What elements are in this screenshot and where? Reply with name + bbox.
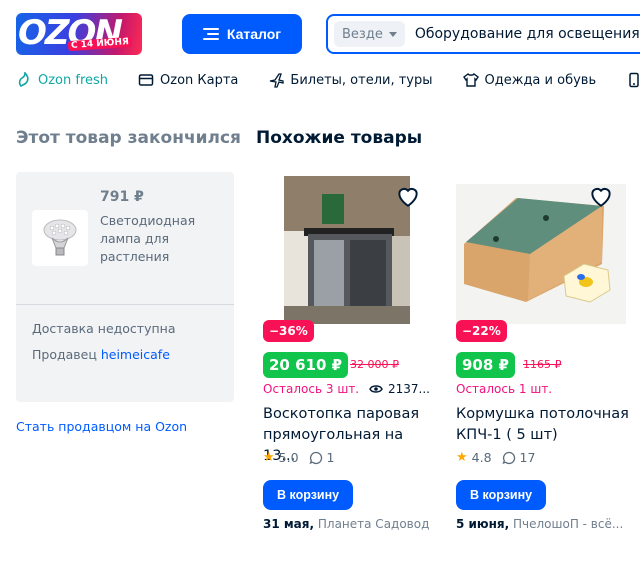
- delivery-date: 5 июня,: [456, 517, 510, 531]
- menu-icon: [202, 28, 219, 40]
- price-old: 32 000 ₽: [350, 358, 399, 371]
- nav-item-label: Билеты, отели, туры: [290, 72, 433, 88]
- product-title[interactable]: Кормушка потолочная КПЧ-1 ( 5 шт): [456, 404, 632, 446]
- heart-icon[interactable]: [395, 184, 421, 210]
- delivery-date: 31 мая,: [263, 517, 315, 531]
- comment-icon: [308, 451, 322, 464]
- sold-out-product-name[interactable]: Светодиодная лампа для растления: [100, 212, 210, 266]
- seller-label: Продавец: [32, 347, 97, 362]
- nav-item-clothes[interactable]: Одежда и обувь: [462, 72, 597, 88]
- seller-link[interactable]: heimeicafe: [101, 347, 170, 362]
- search-scope-select[interactable]: Везде: [334, 21, 405, 47]
- nav-item-label: Одежда и обувь: [484, 72, 597, 88]
- wax-melter-photo: [284, 176, 410, 324]
- delivery-seller[interactable]: Планета Садовод: [318, 517, 430, 531]
- reviews-count: 17: [519, 450, 536, 465]
- catalog-button[interactable]: Каталог: [182, 14, 302, 54]
- rating-value: 5.0: [278, 450, 299, 465]
- discount-badge: −36%: [263, 320, 314, 342]
- nav-item-label: Ozon Карта: [160, 72, 239, 88]
- sold-out-price: 791 ₽: [100, 189, 144, 205]
- sold-out-heading: Этот товар закончился: [16, 128, 241, 148]
- top-nav: Ozon fresh Ozon Карта Билеты, отели, тур…: [16, 72, 640, 88]
- stock-left: Осталось 1 шт.: [456, 382, 553, 396]
- star-icon: ★: [456, 450, 468, 465]
- nav-item-label: Ozon fresh: [38, 72, 109, 88]
- catalog-button-label: Каталог: [226, 26, 282, 42]
- views-count: 2137...: [369, 382, 430, 396]
- comment-icon: [501, 451, 515, 464]
- similar-heading: Похожие товары: [256, 128, 423, 148]
- nav-item-electronics[interactable]: Э: [626, 72, 640, 88]
- search-input[interactable]: Оборудование для освещения с: [415, 26, 640, 42]
- ozon-logo[interactable]: OZON С 14 ИЮНЯ: [16, 13, 142, 55]
- reviews-count: 1: [326, 450, 335, 465]
- rating-line: ★ 4.8 17: [456, 450, 535, 465]
- nav-item-ozon-card[interactable]: Ozon Карта: [138, 72, 238, 88]
- nav-item-ozon-fresh[interactable]: Ozon fresh: [16, 72, 108, 88]
- heart-icon[interactable]: [588, 184, 614, 210]
- product-image[interactable]: [284, 176, 410, 324]
- tshirt-icon: [462, 72, 479, 87]
- eye-icon: [369, 385, 383, 393]
- search-scope-label: Везде: [342, 26, 383, 42]
- rating-line: ★ 5.0 1: [263, 450, 335, 465]
- sold-out-product-panel: 791 ₽ Светодиодная лампа для растления Д…: [16, 172, 234, 402]
- phone-icon: [629, 72, 639, 88]
- discount-badge: −22%: [456, 320, 507, 342]
- become-seller-link[interactable]: Стать продавцом на Ozon: [16, 419, 187, 434]
- price-old: 1165 ₽: [523, 358, 562, 371]
- search-bar[interactable]: Везде Оборудование для освещения с: [326, 14, 640, 54]
- price-current: 908 ₽: [456, 352, 515, 378]
- delivery-info: 5 июня, ПчелошоП - всё...: [456, 517, 623, 531]
- divider: [16, 304, 234, 305]
- product-thumbnail[interactable]: [32, 210, 88, 266]
- add-to-cart-button[interactable]: В корзину: [263, 480, 354, 510]
- delivery-info: 31 мая, Планета Садовод: [263, 517, 429, 531]
- delivery-seller[interactable]: ПчелошоП - всё...: [513, 517, 623, 531]
- card-icon: [138, 74, 154, 86]
- price-current: 20 610 ₽: [263, 352, 349, 378]
- lamp-image: [43, 219, 77, 256]
- nav-item-tickets[interactable]: Билеты, отели, туры: [268, 72, 433, 88]
- seller-line: Продавец heimeicafe: [32, 347, 170, 362]
- leaf-icon: [18, 72, 29, 87]
- plane-icon: [270, 73, 285, 88]
- views-value: 2137...: [388, 382, 430, 396]
- chevron-down-icon: [388, 31, 397, 37]
- delivery-status: Доставка недоступна: [32, 321, 176, 336]
- rating-value: 4.8: [471, 450, 492, 465]
- stock-left: Осталось 3 шт.: [263, 382, 360, 396]
- add-to-cart-button[interactable]: В корзину: [456, 480, 547, 510]
- star-icon: ★: [263, 450, 275, 465]
